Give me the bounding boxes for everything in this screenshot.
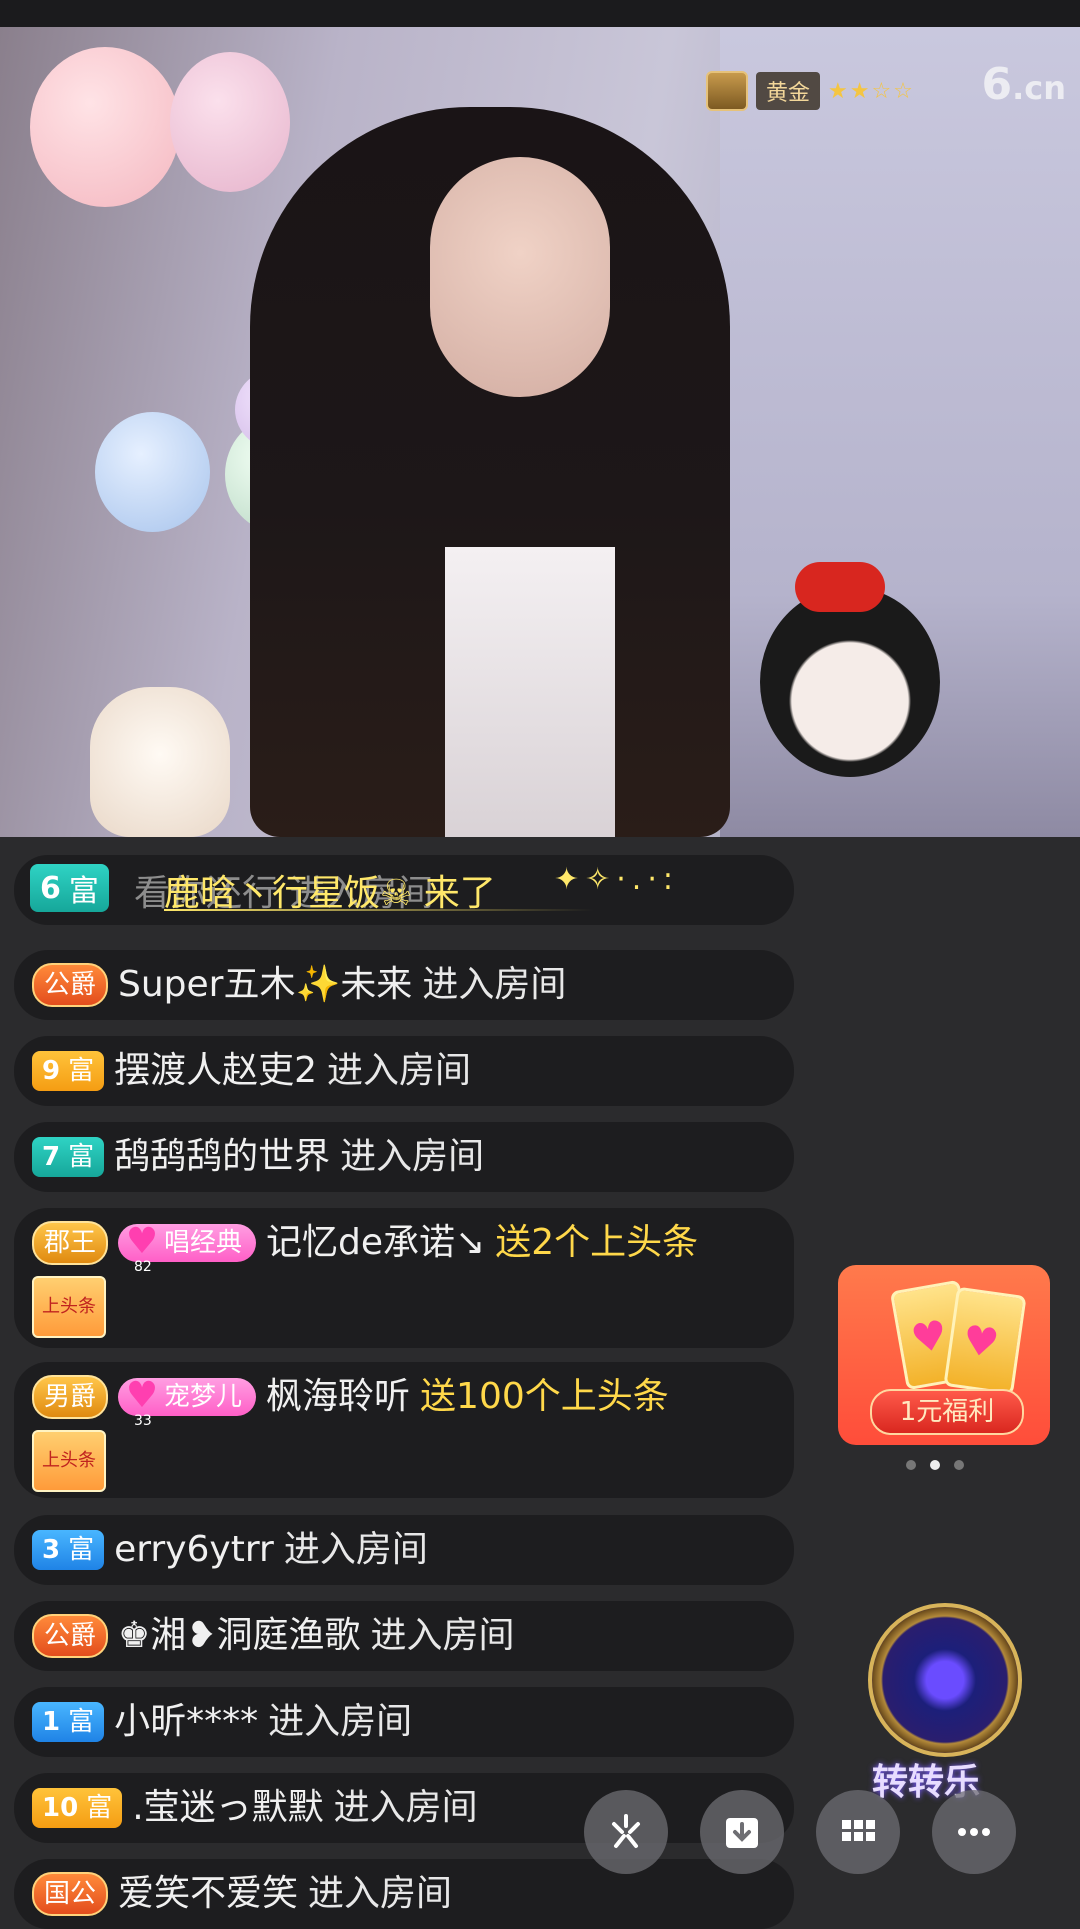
chat-message: 公爵 ♚湘❥洞庭渔歌 进入房间 <box>14 1601 794 1671</box>
headline-gift-sticker: 上头条 <box>32 1430 106 1492</box>
entry-banner: 6 富 看你还行 进入房间 鹿晗丶行星饭☠ 来了 ✦✧·.·: <box>14 862 794 914</box>
user-name[interactable]: .莹迷っ默默 <box>132 1783 323 1833</box>
noble-badge: 公爵 <box>32 963 109 1007</box>
wealth-level: 6 <box>40 870 61 906</box>
wealth-badge: 9富 <box>32 1051 105 1091</box>
wealth-level: 10 <box>42 1793 79 1823</box>
spin-wheel-entry[interactable]: 转转乐 <box>862 1595 1022 1805</box>
wealth-level: 7 <box>42 1142 61 1172</box>
rank-stars: ★★☆☆ <box>828 78 915 104</box>
noble-badge: 男爵 <box>32 1375 109 1419</box>
user-name[interactable]: 记忆de承诺↘ <box>266 1218 485 1268</box>
wealth-label: 富 <box>86 1793 113 1823</box>
enter-text: 进入房间 <box>327 1050 472 1091</box>
wealth-label: 富 <box>68 1707 95 1737</box>
wealth-label: 富 <box>68 874 99 909</box>
user-name[interactable]: 摆渡人赵吏2 <box>114 1046 317 1096</box>
chat-message: 公爵 Super五木✨未来 进入房间 <box>14 950 794 1020</box>
fan-badge: ♥ 82 唱经典 <box>118 1222 257 1275</box>
balloon <box>170 52 290 192</box>
user-name[interactable]: 枫海聆听 <box>266 1372 410 1422</box>
carousel-dot-active[interactable] <box>930 1460 940 1470</box>
more-icon <box>958 1828 990 1836</box>
noble-badge: 郡王 <box>32 1221 109 1265</box>
wealth-badge: 1富 <box>32 1702 105 1742</box>
streamer-face <box>430 157 610 397</box>
enter-text: 进入房间 <box>283 1529 428 1570</box>
wealth-label: 富 <box>68 1056 95 1086</box>
wealth-badge: 3富 <box>32 1530 105 1570</box>
sparkle-icon: ✦✧·.·: <box>554 862 679 897</box>
fan-level: 33 <box>134 1413 152 1429</box>
gift-card-icon: ♥ <box>943 1286 1027 1396</box>
wealth-badge: 7富 <box>32 1137 105 1177</box>
live-video[interactable]: 黄金 ★★☆☆ 6.cn <box>0 27 1080 837</box>
user-name[interactable]: 爱笑不爱笑 <box>118 1869 298 1919</box>
card-stack-icon: ♥ ♥ <box>878 1277 1027 1396</box>
wealth-label: 富 <box>68 1142 95 1172</box>
noble-badge: 国公 <box>32 1872 109 1916</box>
wealth-level: 1 <box>42 1707 61 1737</box>
wealth-badge: 6 富 <box>30 864 109 912</box>
wealth-level: 3 <box>42 1535 61 1565</box>
gift-text: 送100个上头条 <box>420 1376 669 1417</box>
six-logo-icon <box>612 1814 640 1848</box>
user-name[interactable]: Super五木✨未来 <box>118 960 412 1010</box>
apps-grid-button[interactable] <box>816 1790 900 1874</box>
chat-message: 郡王 ♥ 82 唱经典 记忆de承诺↘ 送2个上头条 上头条 <box>14 1208 794 1348</box>
bottom-toolbar <box>584 1790 1016 1874</box>
streamer-shirt <box>445 547 615 837</box>
fan-label: 宠梦儿 <box>164 1382 243 1412</box>
fan-badge: ♥ 33 宠梦儿 <box>118 1376 257 1429</box>
fan-label: 唱经典 <box>164 1228 243 1258</box>
user-name[interactable]: 鸹鸹鸹的世界 <box>114 1132 330 1182</box>
noble-badge: 公爵 <box>32 1614 109 1658</box>
enter-text: 进入房间 <box>308 1873 453 1914</box>
rank-crest-icon <box>706 71 748 111</box>
chat-message: 7富 鸹鸹鸹的世界 进入房间 <box>14 1122 794 1192</box>
logo-sub: .cn <box>1012 69 1066 107</box>
bunny-toy <box>90 687 230 837</box>
chat-message: 男爵 ♥ 33 宠梦儿 枫海聆听 送100个上头条 上头条 <box>14 1362 794 1498</box>
download-button[interactable] <box>700 1790 784 1874</box>
user-name[interactable]: erry6ytrr <box>114 1525 274 1575</box>
enter-text: 进入房间 <box>370 1615 515 1656</box>
logo-main: 6 <box>981 59 1013 110</box>
welfare-promo-card[interactable]: ♥ ♥ 1元福利 <box>838 1265 1050 1445</box>
download-icon <box>726 1818 758 1848</box>
site-logo: 6.cn <box>981 59 1066 110</box>
chat-message: 3富 erry6ytrr 进入房间 <box>14 1515 794 1585</box>
wealth-label: 富 <box>68 1535 95 1565</box>
balloon <box>95 412 210 532</box>
grid-icon <box>842 1820 875 1841</box>
promo-label: 1元福利 <box>870 1389 1024 1435</box>
user-name[interactable]: 小昕**** <box>114 1697 258 1747</box>
six-logo-button[interactable] <box>584 1790 668 1874</box>
more-button[interactable] <box>932 1790 1016 1874</box>
carousel-dots[interactable] <box>906 1460 964 1470</box>
user-name[interactable]: ♚湘❥洞庭渔歌 <box>118 1611 360 1661</box>
enter-text: 进入房间 <box>340 1136 485 1177</box>
plush-bow <box>795 562 885 612</box>
carousel-dot[interactable] <box>906 1460 916 1470</box>
wheel-icon <box>868 1603 1022 1757</box>
wealth-level: 9 <box>42 1056 61 1086</box>
headline-gift-sticker: 上头条 <box>32 1276 106 1338</box>
wealth-badge: 10 富 <box>32 1788 123 1828</box>
fan-level: 82 <box>134 1259 152 1275</box>
gift-text: 送2个上头条 <box>495 1222 699 1263</box>
banner-underline <box>164 909 594 911</box>
carousel-dot[interactable] <box>954 1460 964 1470</box>
rank-label: 黄金 <box>756 72 821 110</box>
enter-text: 进入房间 <box>268 1701 413 1742</box>
balloon <box>30 47 180 207</box>
enter-text: 进入房间 <box>422 964 567 1005</box>
chat-message: 9富 摆渡人赵吏2 进入房间 <box>14 1036 794 1106</box>
enter-text: 进入房间 <box>333 1787 478 1828</box>
status-bar <box>0 0 1080 27</box>
plush-toy <box>760 587 940 777</box>
chat-message: 1富 小昕**** 进入房间 <box>14 1687 794 1757</box>
rank-badge[interactable]: 黄金 ★★☆☆ <box>706 71 915 111</box>
